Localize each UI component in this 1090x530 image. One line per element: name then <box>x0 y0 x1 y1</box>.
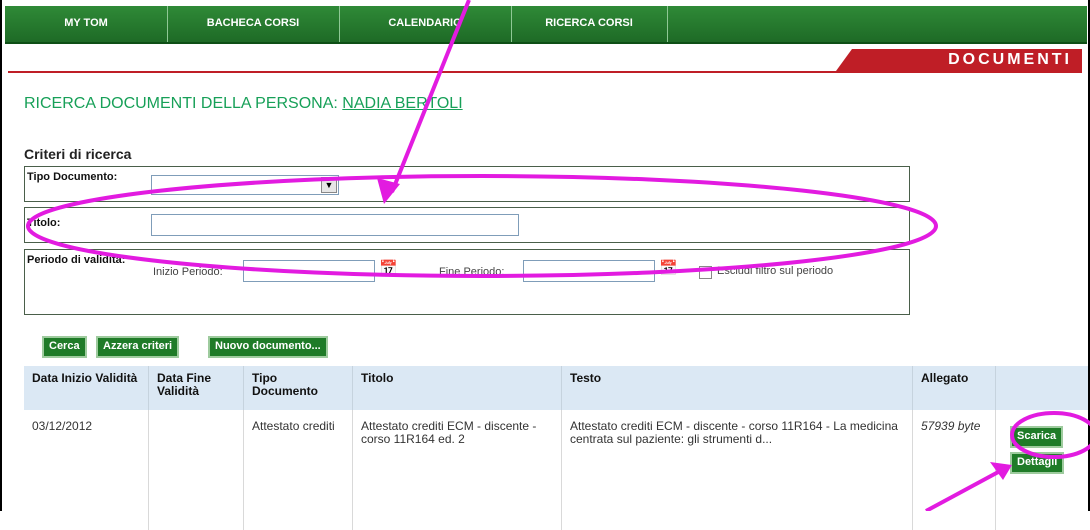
cell-data-inizio: 03/12/2012 <box>32 419 93 433</box>
table-row: 03/12/2012 Attestato crediti Attestato c… <box>24 410 1088 530</box>
cell-data-fine <box>148 410 244 530</box>
nav-calendario[interactable]: CALENDARIO <box>339 6 512 42</box>
dettagli-button[interactable]: Dettagli <box>1010 452 1065 474</box>
nav-ricerca-corsi[interactable]: RICERCA CORSI <box>511 6 668 42</box>
header-data-inizio: Data Inizio Validità <box>24 366 149 410</box>
cell-titolo: Attestato crediti ECM - discente - corso… <box>352 410 562 530</box>
inizio-periodo-label: Inizio Periodo: <box>153 266 223 278</box>
header-titolo: Titolo <box>352 366 562 410</box>
periodo-row: Periodo di validità: Inizio Periodo: 📅 F… <box>24 249 910 315</box>
calendar-icon[interactable]: 📅 <box>659 259 681 277</box>
tipo-documento-label: Tipo Documento: <box>27 171 118 183</box>
top-navigation: MY TOM BACHECA CORSI CALENDARIO RICERCA … <box>5 6 1087 44</box>
page-title: RICERCA DOCUMENTI DELLA PERSONA: NADIA B… <box>24 95 463 113</box>
escludi-checkbox[interactable] <box>699 266 712 279</box>
page-title-prefix: RICERCA DOCUMENTI DELLA PERSONA: <box>24 95 343 112</box>
scarica-button[interactable]: Scarica <box>1010 426 1064 448</box>
nav-bacheca-corsi[interactable]: BACHECA CORSI <box>167 6 340 42</box>
header-actions <box>995 366 1088 410</box>
azzera-criteri-button[interactable]: Azzera criteri <box>96 336 180 358</box>
titolo-label: Titolo: <box>27 217 61 229</box>
cell-actions: Scarica Dettagli <box>995 410 1088 530</box>
nuovo-documento-button[interactable]: Nuovo documento... <box>208 336 328 358</box>
calendar-icon[interactable]: 📅 <box>379 259 401 277</box>
tipo-documento-row: Tipo Documento: ▼ <box>24 166 910 202</box>
cell-allegato: 57939 byte <box>912 410 996 530</box>
header-testo: Testo <box>561 366 913 410</box>
escludi-label: Escludi filtro sul periodo <box>717 265 834 277</box>
chevron-down-icon[interactable]: ▼ <box>321 177 337 193</box>
results-table: Data Inizio Validità Data Fine Validità … <box>24 366 1088 530</box>
titolo-input[interactable] <box>151 214 519 236</box>
fine-periodo-input[interactable] <box>523 260 655 282</box>
person-link[interactable]: NADIA BERTOLI <box>342 95 462 112</box>
tipo-documento-select[interactable]: ▼ <box>151 175 339 195</box>
header-tipo: Tipo Documento <box>243 366 353 410</box>
periodo-label: Periodo di validità: <box>27 254 126 266</box>
inizio-periodo-input[interactable] <box>243 260 375 282</box>
cell-testo: Attestato crediti ECM - discente - corso… <box>561 410 913 530</box>
cerca-button[interactable]: Cerca <box>42 336 87 358</box>
section-divider <box>8 71 1082 73</box>
nav-my-tom[interactable]: MY TOM <box>5 6 168 42</box>
titolo-row: Titolo: <box>24 207 910 243</box>
section-title: DOCUMENTI <box>836 49 1082 71</box>
header-allegato: Allegato <box>912 366 996 410</box>
header-data-fine: Data Fine Validità <box>148 366 244 410</box>
table-header-row: Data Inizio Validità Data Fine Validità … <box>24 366 1088 410</box>
criteria-heading: Criteri di ricerca <box>24 146 132 162</box>
cell-tipo: Attestato crediti <box>243 410 353 530</box>
fine-periodo-label: Fine Periodo: <box>439 266 505 278</box>
